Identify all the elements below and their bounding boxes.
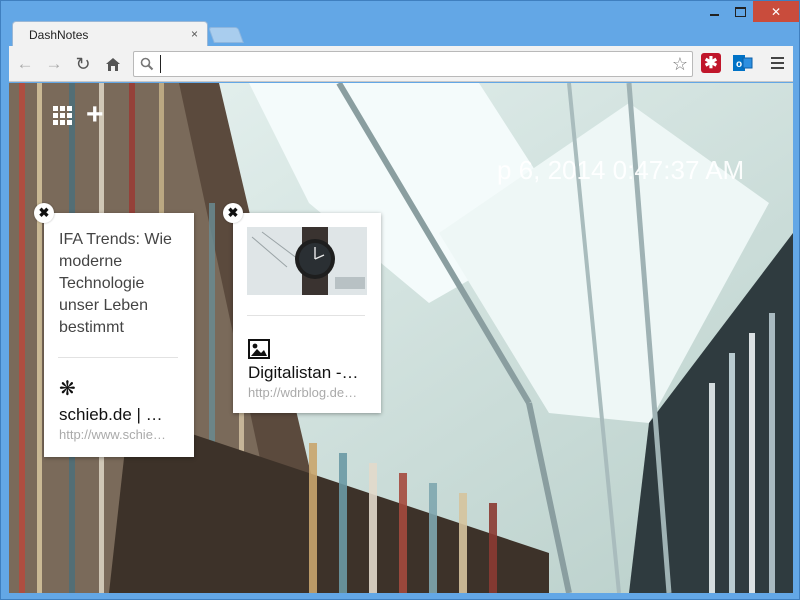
close-icon[interactable]: ✖ (34, 203, 54, 223)
smartwatch-thumbnail (247, 227, 367, 295)
close-icon[interactable]: ✖ (223, 203, 243, 223)
home-icon (106, 57, 120, 71)
home-button[interactable] (101, 52, 125, 76)
close-window-button[interactable]: ✕ (753, 1, 799, 22)
link-url[interactable]: http://www.schie… (59, 427, 181, 442)
tab-dashnotes[interactable]: DashNotes × (12, 21, 208, 47)
bookmark-star-icon[interactable]: ☆ (672, 54, 688, 74)
forward-button[interactable]: → (42, 52, 66, 76)
top-toolbar: + (53, 100, 104, 130)
image-icon (248, 339, 270, 364)
chrome-menu-button[interactable] (767, 53, 787, 73)
back-button[interactable]: ← (13, 52, 37, 76)
link-title[interactable]: schieb.de | … (59, 405, 181, 425)
browser-toolbar: ← → ↻ ☆ ✱ o (9, 46, 793, 82)
link-url[interactable]: http://wdrblog.de… (248, 385, 370, 400)
divider (247, 315, 365, 316)
note-text: IFA Trends: Wie moderne Technologie unse… (59, 231, 172, 336)
outlook-extension-icon[interactable]: o (733, 53, 753, 73)
clock-text: p 6, 2014 0:47:37 AM (497, 155, 745, 185)
asterisk-link-icon: ❋ (59, 378, 76, 400)
dashnotes-page: + p 6, 2014 0:47:37 AM ✖ IFA Trends: Wie… (9, 83, 793, 593)
new-tab-button[interactable] (208, 27, 244, 43)
browser-window: ✕ DashNotes × ← → ↻ ☆ ✱ o + p 6, 2014 0:… (0, 0, 800, 600)
minimize-button[interactable] (701, 1, 727, 22)
apps-grid-icon[interactable] (53, 105, 72, 125)
search-icon (140, 57, 154, 71)
reload-button[interactable]: ↻ (71, 52, 95, 76)
tab-title: DashNotes (29, 27, 89, 42)
address-bar[interactable]: ☆ (133, 51, 693, 77)
svg-text:o: o (736, 59, 742, 70)
address-input[interactable] (160, 55, 660, 73)
divider (58, 357, 178, 358)
note-card[interactable]: ✖ IFA Trends: Wie moderne Technologie un… (34, 203, 194, 457)
maximize-button[interactable] (727, 1, 753, 22)
link-card[interactable]: ✖ Digitalistan -… http://wdrblog.de… (223, 203, 381, 413)
add-note-icon[interactable]: + (86, 100, 104, 130)
link-title[interactable]: Digitalistan -… (248, 363, 370, 383)
asterisk-extension-icon[interactable]: ✱ (701, 53, 721, 73)
tab-close-icon[interactable]: × (191, 27, 198, 41)
